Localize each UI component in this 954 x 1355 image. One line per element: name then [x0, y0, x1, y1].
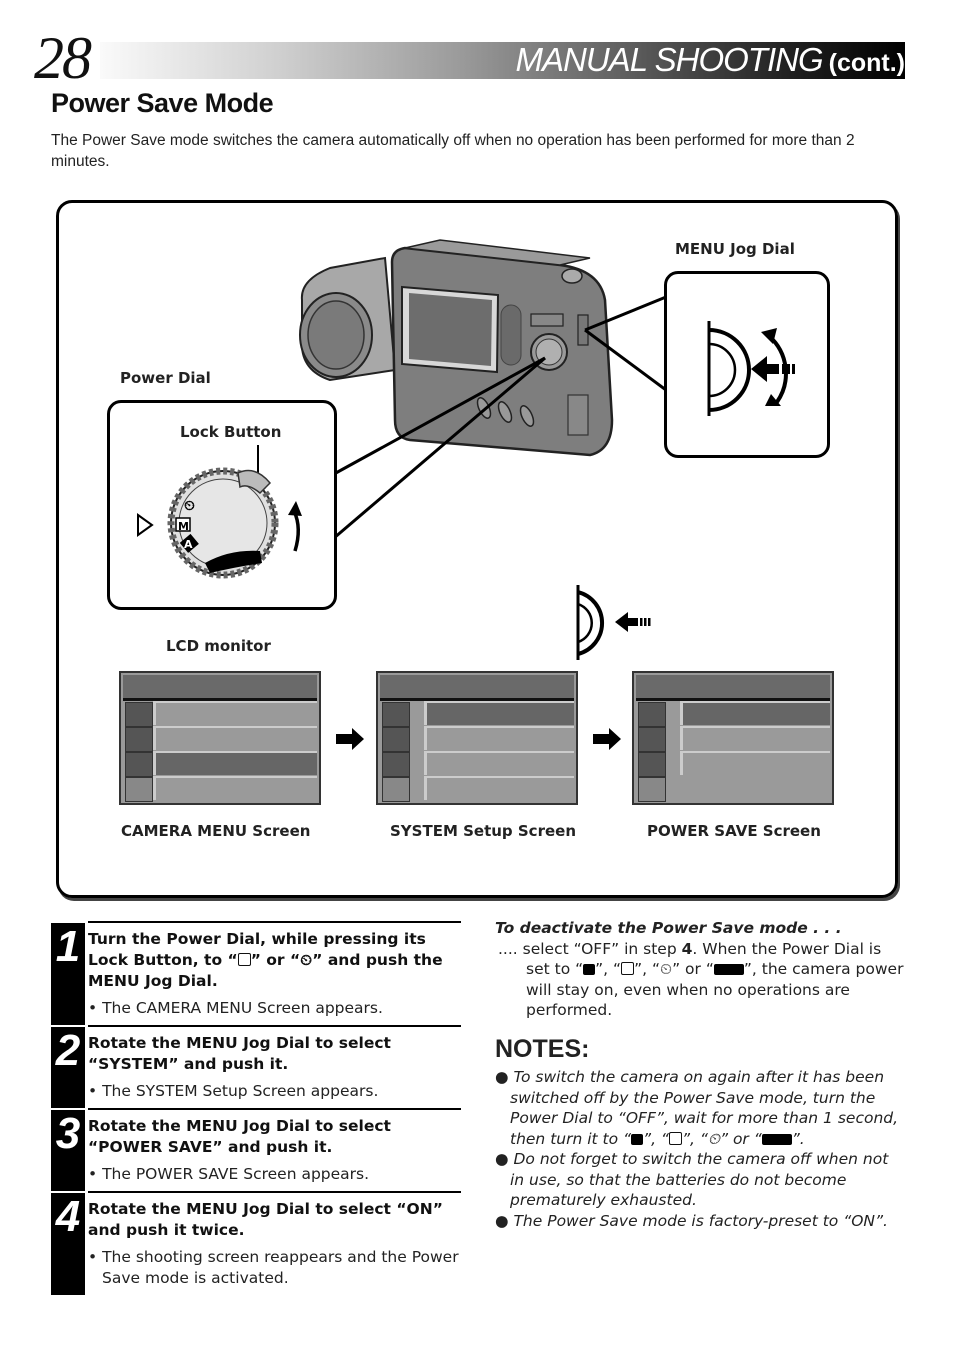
svg-text:M: M: [178, 520, 189, 533]
steps-list: 1 Turn the Power Dial, while pressing it…: [51, 921, 461, 1295]
step-instruction: Turn the Power Dial, while pressing its …: [88, 930, 443, 990]
step-1: 1 Turn the Power Dial, while pressing it…: [51, 921, 461, 1025]
step-instruction: Rotate the MENU Jog Dial to select “SYST…: [88, 1034, 391, 1073]
note-item: ● The Power Save mode is factory-preset …: [495, 1211, 888, 1230]
selected-row: [680, 701, 830, 725]
jog-dial-push-icon: [576, 585, 651, 660]
deactivate-heading: To deactivate the Power Save mode . . .: [495, 919, 842, 937]
still-mode-icon: [621, 962, 635, 975]
deactivate-body: .... select “OFF” in step 4. When the Po…: [498, 939, 904, 1020]
lcd-monitor-label: LCD monitor: [166, 637, 271, 655]
camera-menu-screen: [119, 671, 321, 805]
screen-caption: SYSTEM Setup Screen: [390, 822, 576, 840]
step-2: 2 Rotate the MENU Jog Dial to select “SY…: [51, 1025, 461, 1108]
arrow-right-icon: [593, 728, 621, 750]
bullet-icon: ●: [495, 1150, 509, 1168]
notes-heading: NOTES:: [495, 1034, 590, 1063]
video-mode-icon: [713, 964, 744, 975]
step-4: 4 Rotate the MENU Jog Dial to select “ON…: [51, 1191, 461, 1295]
self-timer-icon: ⏲: [707, 1129, 720, 1148]
still-mode-icon: [237, 953, 251, 966]
step-number: 4: [51, 1193, 85, 1295]
display-icon: [125, 727, 153, 752]
bullet-icon: ●: [495, 1211, 509, 1230]
screen-caption: POWER SAVE Screen: [647, 822, 821, 840]
selected-row: [153, 751, 317, 775]
step-number: 1: [51, 923, 85, 1025]
step-number: 3: [51, 1110, 85, 1191]
power-dial-callout: Lock Button ⏲ M A: [107, 400, 337, 610]
step-number: 2: [51, 1027, 85, 1108]
step-result: • The CAMERA MENU Screen appears.: [88, 999, 383, 1017]
camera-icon: [638, 702, 666, 727]
svg-text:⏲: ⏲: [184, 498, 195, 514]
menu-jog-dial-callout: [664, 271, 830, 458]
self-timer-icon: ⏲: [300, 951, 313, 969]
step-instruction: Rotate the MENU Jog Dial to select “ON” …: [88, 1200, 443, 1239]
video-mode-icon: [761, 1133, 792, 1145]
camera-icon: [125, 702, 153, 727]
step-result: • The shooting screen reappears and the …: [88, 1248, 459, 1287]
step-3: 3 Rotate the MENU Jog Dial to select “PO…: [51, 1108, 461, 1191]
note-item: ● To switch the camera on again after it…: [495, 1068, 899, 1148]
selected-row: [424, 701, 574, 725]
still-mode-icon: [668, 1131, 682, 1145]
return-icon: [638, 777, 666, 802]
step-result: • The SYSTEM Setup Screen appears.: [88, 1082, 379, 1100]
system-icon: [638, 752, 666, 777]
mode-icon: [583, 964, 596, 975]
screen-caption: CAMERA MENU Screen: [121, 822, 311, 840]
jog-dial-rotate-push-icon: [707, 321, 795, 416]
power-dial-icon: ⏲ M A: [137, 445, 302, 579]
display-icon: [638, 727, 666, 752]
note-item: ● Do not forget to switch the camera off…: [495, 1150, 889, 1209]
step-instruction: Rotate the MENU Jog Dial to select “POWE…: [88, 1117, 391, 1156]
return-icon: [382, 777, 410, 802]
power-dial-label: Power Dial: [120, 369, 211, 387]
menu-jog-dial-label: MENU Jog Dial: [675, 240, 795, 258]
system-icon: [382, 752, 410, 777]
system-icon: [125, 752, 153, 777]
power-save-screen: [632, 671, 834, 805]
step-result: • The POWER SAVE Screen appears.: [88, 1165, 370, 1183]
system-setup-screen: [376, 671, 578, 805]
svg-text:A: A: [184, 538, 193, 551]
arrow-right-icon: [336, 728, 364, 750]
camera-icon: [299, 239, 614, 457]
return-icon: [125, 777, 153, 802]
bullet-icon: ●: [495, 1068, 509, 1086]
side-notes: To deactivate the Power Save mode . . . …: [495, 918, 905, 1231]
mode-icon: [631, 1133, 644, 1145]
self-timer-icon: ⏲: [659, 960, 673, 978]
display-icon: [382, 727, 410, 752]
camera-icon: [382, 702, 410, 727]
